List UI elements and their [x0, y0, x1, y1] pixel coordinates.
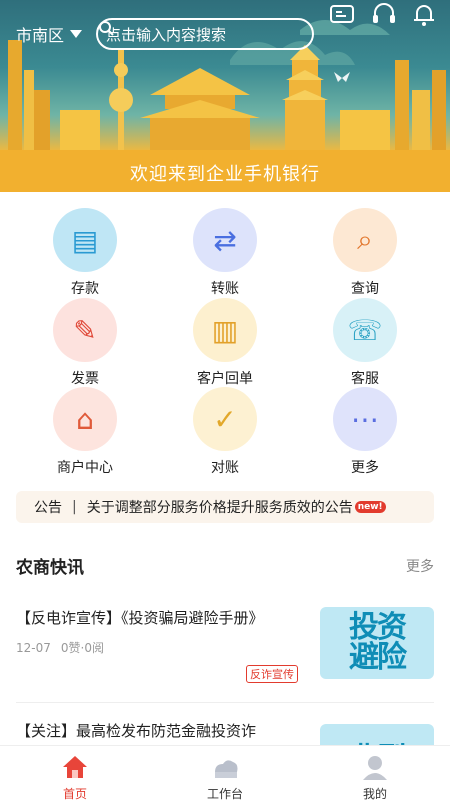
workbench-icon	[215, 760, 238, 778]
news-thumbnail-text: 投资 避险	[349, 610, 407, 675]
headset-icon[interactable]	[370, 0, 398, 28]
top-bar: 市南区 点击输入内容搜索	[0, 0, 450, 64]
invoice-icon: ✎	[53, 298, 117, 362]
news-tag: 反诈宣传	[246, 665, 298, 683]
transfer-icon-glyph: ⇄	[213, 223, 237, 257]
news-title: 【关注】最高检发布防范金融投资诈	[16, 722, 257, 740]
nav-home-label: 首页	[62, 787, 87, 800]
news-section-title: 农商快讯	[16, 558, 84, 578]
nav-profile-label: 我的	[362, 787, 387, 800]
news-more-link[interactable]: 更多	[406, 556, 434, 576]
service-icon: ☏	[333, 298, 397, 362]
search-bar[interactable]: 点击输入内容搜索	[96, 18, 314, 50]
nav-workbench-label: 工作台	[206, 787, 243, 800]
app-page: 市南区 点击输入内容搜索 欢迎来到企业手机银行 ▤ 存款 ⇄ 转账 ⌕ 查询 ✎…	[0, 0, 450, 800]
grid-item-transfer[interactable]: ⇄ 转账	[165, 208, 285, 298]
grid-item-deposit[interactable]: ▤ 存款	[25, 208, 145, 298]
grid-item-query[interactable]: ⌕ 查询	[305, 208, 425, 298]
notice-separator: |	[72, 499, 77, 515]
news-thumbnail: 投资 避险	[320, 607, 434, 679]
more-icon: ⋯	[333, 387, 397, 451]
new-badge: new!	[354, 501, 386, 513]
query-icon-glyph: ⌕	[357, 223, 373, 256]
nav-home[interactable]: 首页	[30, 754, 120, 800]
merchant-icon: ⌂	[53, 387, 117, 451]
region-selector[interactable]: 市南区	[16, 22, 83, 46]
grid-item-label: 商户中心	[57, 460, 113, 476]
scan-icon[interactable]	[328, 0, 356, 28]
grid-item-label: 客服	[351, 371, 379, 387]
bell-icon[interactable]	[410, 0, 438, 28]
caret-down-icon	[70, 30, 83, 38]
service-icon-glyph: ☏	[347, 313, 383, 347]
more-icon-glyph: ⋯	[351, 402, 379, 436]
grid-item-label: 转账	[211, 281, 239, 297]
grid-item-label: 发票	[71, 371, 99, 387]
grid-item-invoice[interactable]: ✎ 发票	[25, 298, 145, 388]
deposit-icon: ▤	[53, 208, 117, 272]
notice-text: 关于调整部分服务价格提升服务质效的公告	[86, 500, 353, 516]
grid-item-label: 存款	[71, 281, 99, 297]
reconcile-icon-glyph: ✓	[213, 402, 237, 436]
deposit-icon-glyph: ▤	[71, 223, 99, 257]
grid-item-label: 更多	[351, 460, 379, 476]
reconcile-icon: ✓	[193, 387, 257, 451]
news-divider	[16, 702, 434, 703]
bottom-nav: 首页 工作台 我的	[0, 745, 450, 800]
profile-icon	[363, 756, 387, 780]
grid-item-service[interactable]: ☏ 客服	[305, 298, 425, 388]
grid-item-merchant[interactable]: ⌂ 商户中心	[25, 387, 145, 477]
search-icon	[99, 21, 114, 36]
grid-item-receipt[interactable]: ▥ 客户回单	[165, 298, 285, 388]
news-stats: 0赞·0阅	[60, 641, 104, 655]
query-icon: ⌕	[333, 208, 397, 272]
grid-item-reconcile[interactable]: ✓ 对账	[165, 387, 285, 477]
transfer-icon: ⇄	[193, 208, 257, 272]
notice-label: 公告	[34, 500, 62, 516]
nav-workbench[interactable]: 工作台	[180, 754, 270, 800]
invoice-icon-glyph: ✎	[73, 313, 97, 347]
news-date: 12-07	[16, 640, 51, 655]
receipt-icon: ▥	[193, 298, 257, 362]
banner[interactable]: 市南区 点击输入内容搜索 欢迎来到企业手机银行	[0, 0, 450, 192]
news-item[interactable]: 【反电诈宣传】《投资骗局避险手册》 12-07 0赞·0阅 反诈宣传 投资 避险	[16, 607, 434, 687]
grid-item-label: 查询	[351, 281, 379, 297]
nav-profile[interactable]: 我的	[330, 754, 420, 800]
grid-item-more[interactable]: ⋯ 更多	[305, 387, 425, 477]
grid-item-label: 对账	[211, 460, 239, 476]
receipt-icon-glyph: ▥	[211, 313, 239, 347]
notice-bar[interactable]: 公告 | 关于调整部分服务价格提升服务质效的公告 new!	[16, 491, 434, 523]
banner-title: 欢迎来到企业手机银行	[130, 164, 320, 185]
merchant-icon-glyph: ⌂	[76, 402, 94, 436]
news-title: 【反电诈宣传】《投资骗局避险手册》	[16, 609, 264, 627]
home-icon	[63, 756, 87, 778]
search-placeholder: 点击输入内容搜索	[106, 25, 227, 44]
grid-item-label: 客户回单	[197, 371, 253, 387]
region-label: 市南区	[16, 26, 65, 45]
